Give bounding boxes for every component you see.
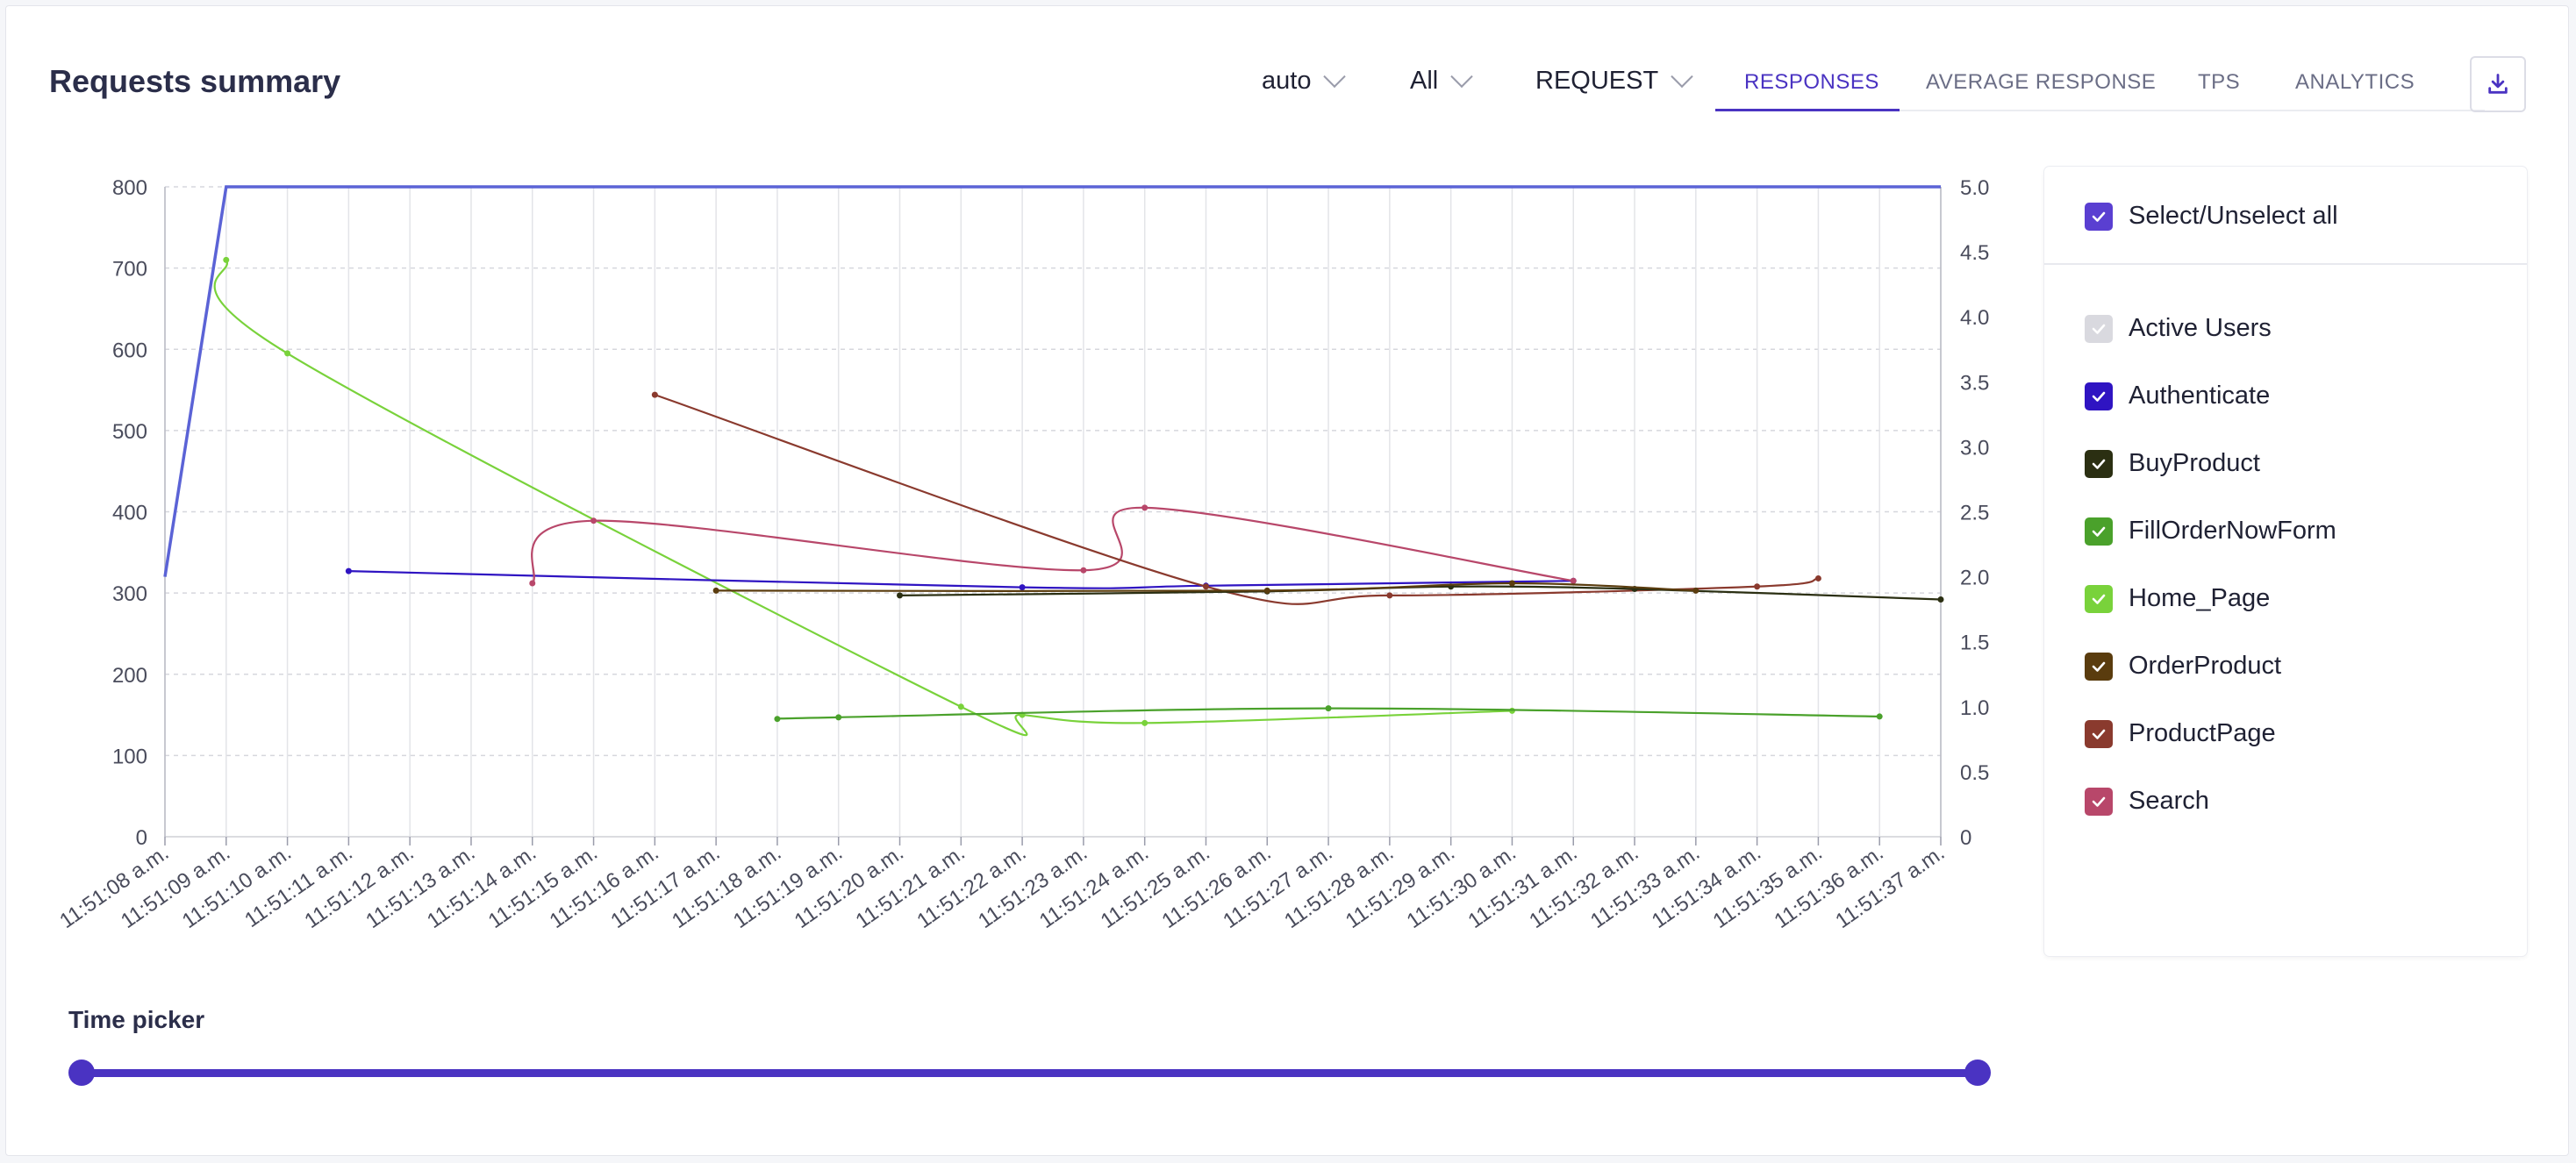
- y-left-tick-label: 600: [112, 339, 147, 362]
- download-button[interactable]: [2470, 56, 2526, 112]
- data-point-orderproduct: [1508, 580, 1515, 587]
- checkbox-checked-icon: [2085, 652, 2113, 681]
- y-left-tick-label: 700: [112, 258, 147, 282]
- y-right-tick-label: 1.5: [1960, 631, 1989, 655]
- legend-item-label: BuyProduct: [2129, 449, 2260, 477]
- y-right-tick-label: 2.0: [1960, 567, 1989, 590]
- data-point-productpage: [1814, 574, 1821, 582]
- legend-select-all-section: Select/Unselect all: [2044, 167, 2527, 265]
- y-right-tick-label: 5.0: [1960, 176, 1989, 200]
- tab-tps[interactable]: TPS: [2198, 70, 2240, 95]
- data-point-fillordernowform: [1876, 713, 1883, 720]
- legend-item-label: Home_Page: [2129, 584, 2271, 612]
- y-left-tick-label: 500: [112, 420, 147, 444]
- data-point-search: [590, 517, 597, 524]
- data-point-home-page: [223, 256, 230, 263]
- legend-item-label: FillOrderNowForm: [2129, 517, 2336, 545]
- data-point-search: [1080, 567, 1087, 574]
- y-left-tick-label: 400: [112, 502, 147, 525]
- y-right-tick-label: 3.5: [1960, 371, 1989, 395]
- checkbox-checked-icon: [2085, 719, 2113, 748]
- data-point-orderproduct: [1692, 587, 1699, 594]
- checkbox-checked-icon: [2085, 449, 2113, 478]
- legend-item-buyproduct[interactable]: BuyProduct: [2085, 449, 2260, 478]
- data-point-buyproduct: [1937, 596, 1944, 603]
- legend-item-home-page[interactable]: Home_Page: [2085, 584, 2270, 613]
- checkbox-checked-icon: [2085, 314, 2113, 343]
- y-right-tick-label: 0: [1960, 826, 1971, 850]
- time-picker-label: Time picker: [68, 1006, 205, 1033]
- legend-item-search[interactable]: Search: [2085, 787, 2209, 816]
- legend-item-orderproduct[interactable]: OrderProduct: [2085, 652, 2281, 681]
- y-left-tick-label: 300: [112, 582, 147, 606]
- y-left-tick-label: 200: [112, 664, 147, 688]
- series-line-active-users: [163, 185, 1941, 577]
- download-icon: [2488, 74, 2508, 94]
- legend-item-label: Authenticate: [2129, 382, 2271, 410]
- select-all-label: Select/Unselect all: [2129, 202, 2338, 230]
- legend-item-fillordernowform[interactable]: FillOrderNowForm: [2085, 517, 2336, 546]
- data-point-authenticate: [1019, 584, 1026, 591]
- data-point-authenticate: [345, 567, 352, 574]
- legend-item-productpage[interactable]: ProductPage: [2085, 719, 2276, 748]
- data-point-home-page: [284, 350, 291, 357]
- series-line-productpage: [654, 394, 1819, 605]
- checkbox-checked-icon: [2085, 382, 2113, 410]
- y-left-tick-label: 800: [112, 176, 147, 200]
- data-point-productpage: [1754, 583, 1761, 590]
- data-point-buyproduct: [897, 592, 904, 599]
- data-point-productpage: [1202, 583, 1209, 590]
- series-line-search: [531, 506, 1574, 584]
- data-point-orderproduct: [712, 587, 719, 594]
- legend-item-label: Search: [2129, 787, 2209, 815]
- data-point-home-page: [957, 703, 964, 710]
- responses-line-chart: 0 100 200 300 400 500 600 700 800 0 0.5 1.0 1.5 2.0 2.…: [55, 176, 1989, 933]
- legend-item-authenticate[interactable]: Authenticate: [2085, 382, 2270, 410]
- data-point-fillordernowform: [774, 716, 781, 723]
- y-right-tick-label: 4.0: [1960, 306, 1989, 330]
- data-point-fillordernowform: [1325, 705, 1332, 712]
- legend-item-active-users[interactable]: Active Users: [2085, 314, 2272, 343]
- checkbox-checked-icon: [2085, 202, 2113, 231]
- data-point-productpage: [651, 391, 658, 398]
- data-point-search: [529, 580, 536, 587]
- time-picker-track[interactable]: [81, 1069, 1978, 1077]
- data-point-orderproduct: [1263, 587, 1270, 594]
- legend-item-label: ProductPage: [2129, 719, 2276, 747]
- time-picker-start-handle[interactable]: [68, 1060, 95, 1086]
- data-point-fillordernowform: [835, 714, 842, 721]
- checkbox-checked-icon: [2085, 584, 2113, 613]
- legend-item-label: Active Users: [2129, 314, 2272, 342]
- y-left-tick-label: 100: [112, 745, 147, 768]
- y-right-tick-label: 0.5: [1960, 761, 1989, 785]
- y-left-tick-label: 0: [136, 826, 147, 850]
- y-right-tick-label: 3.0: [1960, 436, 1989, 460]
- data-point-productpage: [1386, 592, 1393, 599]
- select-all-checkbox[interactable]: Select/Unselect all: [2085, 202, 2338, 231]
- legend-item-label: OrderProduct: [2129, 652, 2282, 680]
- tab-analytics[interactable]: ANALYTICS: [2295, 70, 2415, 95]
- checkbox-checked-icon: [2085, 517, 2113, 546]
- series-legend: Select/Unselect all Active Users Authenti…: [2044, 167, 2527, 956]
- y-right-tick-label: 2.5: [1960, 502, 1989, 525]
- checkbox-checked-icon: [2085, 787, 2113, 816]
- y-right-tick-label: 4.5: [1960, 241, 1989, 265]
- y-right-tick-label: 1.0: [1960, 696, 1989, 720]
- time-picker-end-handle[interactable]: [1964, 1060, 1991, 1086]
- data-point-home-page: [1141, 719, 1148, 726]
- data-point-search: [1141, 504, 1148, 511]
- data-point-search: [1570, 577, 1577, 584]
